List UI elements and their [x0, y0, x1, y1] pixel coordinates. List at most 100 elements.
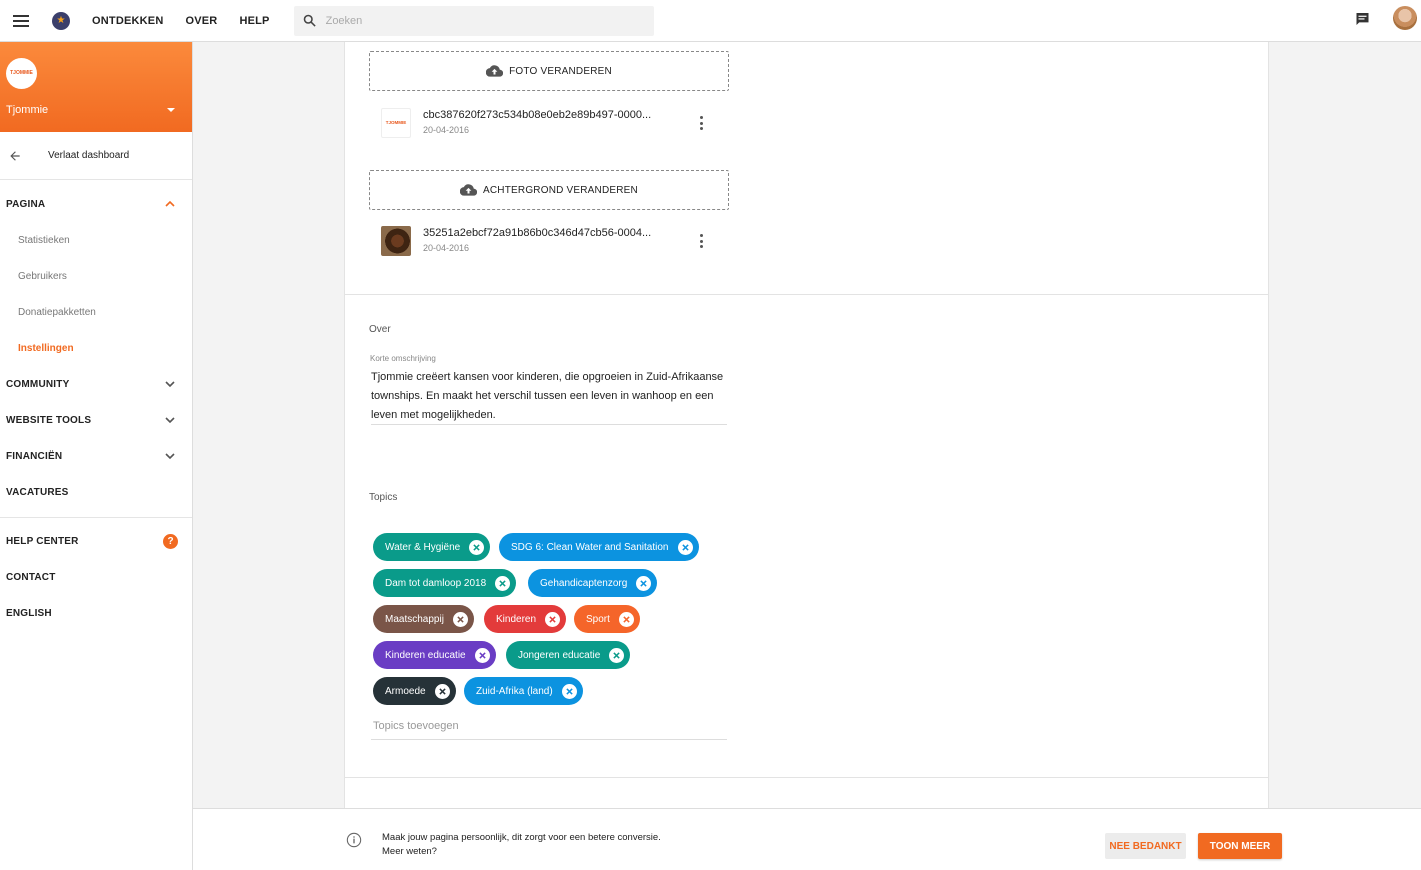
chevron-down-icon [165, 381, 175, 388]
show-more-button[interactable]: TOON MEER [1198, 833, 1282, 859]
sidebar-section-website-tools[interactable]: WEBSITE TOOLS [0, 402, 192, 438]
remove-chip-icon[interactable] [636, 575, 652, 591]
topic-chip: Sport [574, 605, 640, 633]
chip-label: Water & Hygiëne [385, 541, 461, 553]
nav-over[interactable]: OVER [185, 15, 217, 27]
menu-icon[interactable] [13, 14, 29, 27]
sidebar: TJOMMIE Tjommie Verlaat dashboard PAGINA… [0, 42, 193, 870]
photo-file-row: TJOMMIE cbc387620f273c534b08e0eb2e89b497… [381, 106, 717, 140]
settings-panel: FOTO VERANDEREN TJOMMIE cbc387620f273c53… [344, 42, 1269, 832]
remove-chip-icon[interactable] [561, 683, 577, 699]
sidebar-section-vacatures[interactable]: VACATURES [0, 474, 192, 510]
sidebar-item-label: Instellingen [18, 342, 74, 354]
background-file-name: 35251a2ebcf72a91b86b0c346d47cb56-0004... [423, 227, 652, 239]
sidebar-item-label: Gebruikers [18, 270, 67, 282]
topic-chip: Jongeren educatie [506, 641, 631, 669]
org-logo: TJOMMIE [6, 58, 37, 89]
change-photo-label: FOTO VERANDEREN [509, 65, 612, 77]
sidebar-item-help-center[interactable]: HELP CENTER ? [0, 523, 192, 559]
nav-ontdekken[interactable]: ONTDEKKEN [92, 15, 163, 27]
chip-label: Sport [586, 613, 610, 625]
change-photo-button[interactable]: FOTO VERANDEREN [369, 51, 729, 91]
org-logo-text: TJOMMIE [10, 70, 33, 76]
photo-file-name: cbc387620f273c534b08e0eb2e89b497-0000... [423, 109, 652, 121]
topics-title: Topics [369, 492, 398, 503]
remove-chip-icon[interactable] [618, 611, 634, 627]
sidebar-section-pagina[interactable]: PAGINA [0, 186, 192, 222]
sidebar-item-gebruikers[interactable]: Gebruikers [0, 258, 192, 294]
chip-label: Jongeren educatie [518, 649, 601, 661]
chip-label: Maatschappij [385, 613, 444, 625]
org-name: Tjommie [6, 104, 49, 116]
sidebar-section-label: PAGINA [6, 198, 46, 210]
chip-label: Gehandicaptenzorg [540, 577, 628, 589]
chip-label: Kinderen [496, 613, 537, 625]
more-vert-icon[interactable] [699, 234, 703, 248]
caret-down-icon[interactable] [167, 108, 175, 112]
leave-dashboard-button[interactable]: Verlaat dashboard [0, 132, 192, 180]
background-file-date: 20-04-2016 [423, 243, 470, 253]
decline-button[interactable]: NEE BEDANKT [1105, 833, 1186, 859]
sidebar-section-label: WEBSITE TOOLS [6, 414, 92, 426]
top-bar: ★ ONTDEKKEN OVER HELP [0, 0, 1421, 42]
more-vert-icon[interactable] [699, 116, 703, 130]
chip-label: Kinderen educatie [385, 649, 466, 661]
topic-chip: Gehandicaptenzorg [528, 569, 658, 597]
section-divider [345, 777, 1268, 778]
help-icon: ? [163, 533, 178, 549]
sidebar-item-donatiepakketten[interactable]: Donatiepakketten [0, 294, 192, 330]
remove-chip-icon[interactable] [474, 647, 490, 663]
chat-icon[interactable] [1354, 11, 1371, 27]
topic-chip: Maatschappij [373, 605, 474, 633]
field-underline [371, 739, 727, 740]
sidebar-item-english[interactable]: ENGLISH [0, 595, 192, 631]
chip-label: Dam tot damloop 2018 [385, 577, 487, 589]
topic-chip: Kinderen educatie [373, 641, 496, 669]
chip-label: SDG 6: Clean Water and Sanitation [511, 541, 669, 553]
short-description-label: Korte omschrijving [370, 354, 436, 363]
search-input[interactable] [325, 14, 626, 27]
sidebar-item-label: Statistieken [18, 234, 70, 246]
user-avatar[interactable] [1393, 6, 1417, 30]
short-description-field[interactable]: Tjommie creëert kansen voor kinderen, di… [371, 368, 727, 425]
sidebar-item-label: Donatiepakketten [18, 306, 96, 318]
photo-thumbnail: TJOMMIE [381, 108, 411, 138]
topic-chip: Kinderen [484, 605, 567, 633]
sidebar-item-instellingen[interactable]: Instellingen [0, 330, 192, 366]
remove-chip-icon[interactable] [434, 683, 450, 699]
remove-chip-icon[interactable] [609, 647, 625, 663]
topic-chip: Dam tot damloop 2018 [373, 569, 517, 597]
sidebar-section-label: CONTACT [6, 571, 56, 583]
remove-chip-icon[interactable] [469, 539, 485, 555]
remove-chip-icon[interactable] [495, 575, 511, 591]
chip-label: Zuid-Afrika (land) [476, 685, 553, 697]
section-divider [345, 294, 1268, 295]
nav-help[interactable]: HELP [239, 15, 269, 27]
search-box [293, 5, 654, 36]
sidebar-section-label: FINANCIËN [6, 450, 63, 462]
sidebar-section-label: COMMUNITY [6, 378, 70, 390]
platform-logo-icon[interactable]: ★ [52, 11, 70, 30]
sidebar-section-label: VACATURES [6, 486, 69, 498]
change-background-button[interactable]: ACHTERGROND VERANDEREN [369, 170, 729, 210]
org-header: TJOMMIE Tjommie [0, 42, 192, 132]
remove-chip-icon[interactable] [677, 539, 693, 555]
remove-chip-icon[interactable] [545, 611, 561, 627]
personalize-notice: Maak jouw pagina persoonlijk, dit zorgt … [193, 808, 1421, 870]
sidebar-section-community[interactable]: COMMUNITY [0, 366, 192, 402]
background-file-row: 35251a2ebcf72a91b86b0c346d47cb56-0004...… [381, 224, 717, 258]
sidebar-item-statistieken[interactable]: Statistieken [0, 222, 192, 258]
arrow-back-icon [10, 151, 20, 161]
sidebar-section-financien[interactable]: FINANCIËN [0, 438, 192, 474]
sidebar-divider [0, 517, 192, 518]
remove-chip-icon[interactable] [452, 611, 468, 627]
background-thumbnail [381, 226, 411, 256]
topic-chip: Water & Hygiëne [373, 533, 491, 561]
sidebar-item-contact[interactable]: CONTACT [0, 559, 192, 595]
cloud-upload-icon [460, 184, 477, 196]
topic-chip: SDG 6: Clean Water and Sanitation [499, 533, 699, 561]
photo-file-date: 20-04-2016 [423, 125, 470, 135]
topics-input[interactable] [373, 720, 727, 732]
chevron-up-icon [165, 200, 175, 207]
topic-chip: Armoede [373, 677, 456, 705]
